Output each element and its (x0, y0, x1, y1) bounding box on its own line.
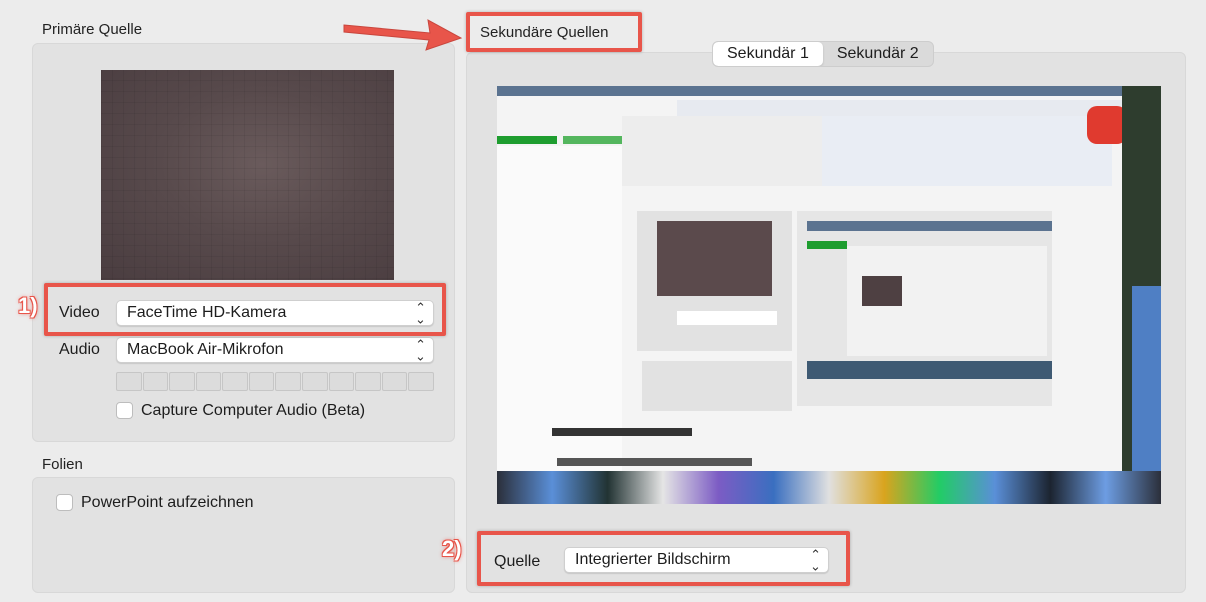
primary-source-title: Primäre Quelle (42, 21, 143, 38)
marker-2: 2) (442, 536, 462, 561)
arrow-pointer-icon (343, 19, 463, 51)
capture-computer-audio-label: Capture Computer Audio (Beta) (141, 402, 366, 419)
tab-secondary-2[interactable]: Sekundär 2 (823, 42, 933, 66)
powerpoint-record-checkbox[interactable] (56, 494, 73, 511)
audio-source-select[interactable]: MacBook Air-Mikrofon ⌃ ⌃ (116, 337, 434, 363)
audio-level-meter (116, 372, 434, 391)
camera-preview (101, 70, 394, 280)
capture-computer-audio-checkbox[interactable] (116, 402, 133, 419)
audio-source-value: MacBook Air-Mikrofon (127, 341, 284, 358)
audio-label: Audio (59, 341, 100, 358)
powerpoint-record-label: PowerPoint aufzeichnen (81, 494, 254, 511)
highlight-video-source (44, 283, 446, 336)
tab-secondary-1[interactable]: Sekundär 1 (713, 42, 823, 66)
marker-1: 1) (18, 293, 38, 318)
secondary-tabs: Sekundär 1 Sekundär 2 (712, 41, 934, 67)
highlight-secondary-title (466, 12, 642, 52)
up-down-chevron-icon: ⌃ ⌃ (415, 337, 426, 363)
screen-preview (497, 86, 1161, 504)
highlight-screen-source (477, 531, 850, 586)
slides-title: Folien (42, 456, 83, 473)
